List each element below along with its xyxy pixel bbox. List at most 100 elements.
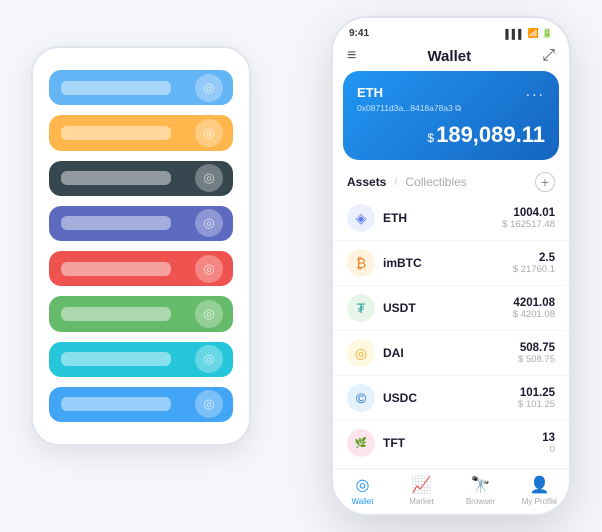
usdt-amount-usd: $ 4201.08 [513, 309, 555, 320]
card-row-bar [61, 171, 171, 185]
eth-card[interactable]: ETH ... 0x08711d3a...8418a78a3 ⧉ $189,08… [343, 71, 559, 160]
tab-bar: ◎ Wallet 📈 Market 🔭 Browser 👤 My Profile [333, 468, 569, 514]
profile-tab-label: My Profile [522, 497, 558, 506]
usdt-name: USDT [383, 301, 513, 315]
add-asset-button[interactable]: + [535, 172, 555, 192]
eth-card-label: ETH [357, 85, 383, 100]
tab-wallet[interactable]: ◎ Wallet [333, 475, 392, 506]
tft-amounts: 130 [542, 432, 555, 455]
tab-separator: / [394, 176, 397, 188]
imbtc-name: imBTC [383, 256, 513, 270]
card-row-icon: ◎ [195, 209, 223, 237]
card-row-icon: ◎ [195, 300, 223, 328]
asset-list: ◈ ETH1004.01$ 162517.48 ₿ imBTC2.5$ 21760.1… [333, 196, 569, 468]
browser-tab-label: Browser [466, 497, 495, 506]
status-bar: 9:41 ▌▌▌ 📶 🔋 [333, 18, 569, 43]
tab-market[interactable]: 📈 Market [392, 475, 451, 506]
card-row-2[interactable]: ◎ [49, 161, 233, 196]
usdc-amounts: 101.25$ 101.25 [518, 387, 555, 410]
card-row-7[interactable]: ◎ [49, 387, 233, 422]
usdc-name: USDC [383, 391, 518, 405]
status-icons: ▌▌▌ 📶 🔋 [505, 28, 553, 39]
eth-icon: ◈ [347, 204, 375, 232]
assets-header: Assets / Collectibles + [333, 168, 569, 196]
nav-bar: ≡ Wallet ⤢ [333, 43, 569, 71]
phone-foreground: 9:41 ▌▌▌ 📶 🔋 ≡ Wallet ⤢ ETH ... 0x08711d… [331, 16, 571, 516]
card-row-bar [61, 126, 171, 140]
eth-card-address: 0x08711d3a...8418a78a3 ⧉ [357, 103, 545, 114]
copy-icon[interactable]: ⧉ [455, 103, 461, 113]
nav-title: Wallet [427, 48, 471, 65]
card-row-icon: ◎ [195, 164, 223, 192]
usdc-amount-main: 101.25 [518, 387, 555, 399]
market-tab-label: Market [409, 497, 433, 506]
tft-amount-usd: 0 [542, 444, 555, 455]
usdc-amount-usd: $ 101.25 [518, 399, 555, 410]
tft-amount-main: 13 [542, 432, 555, 444]
card-row-icon: ◎ [195, 119, 223, 147]
profile-tab-icon: 👤 [530, 475, 550, 495]
tab-collectibles[interactable]: Collectibles [405, 175, 466, 189]
imbtc-icon: ₿ [347, 249, 375, 277]
eth-amount-usd: $ 162517.48 [502, 219, 555, 230]
card-row-0[interactable]: ◎ [49, 70, 233, 105]
card-row-bar [61, 262, 171, 276]
card-row-4[interactable]: ◎ [49, 251, 233, 286]
eth-amounts: 1004.01$ 162517.48 [502, 207, 555, 230]
eth-card-amount: $189,089.11 [357, 122, 545, 148]
dai-name: DAI [383, 346, 518, 360]
signal-icon: ▌▌▌ [505, 29, 524, 39]
browser-tab-icon: 🔭 [471, 475, 491, 495]
status-time: 9:41 [349, 28, 369, 39]
wallet-tab-label: Wallet [352, 497, 374, 506]
tab-assets[interactable]: Assets [347, 175, 386, 189]
imbtc-amount-main: 2.5 [513, 252, 555, 264]
asset-item-imbtc[interactable]: ₿ imBTC2.5$ 21760.1 [333, 241, 569, 286]
wallet-tab-icon: ◎ [356, 475, 370, 495]
asset-item-dai[interactable]: ◎ DAI508.75$ 508.75 [333, 331, 569, 376]
tab-browser[interactable]: 🔭 Browser [451, 475, 510, 506]
tft-icon: 🌿 [347, 429, 375, 457]
usdc-icon: © [347, 384, 375, 412]
expand-icon[interactable]: ⤢ [542, 47, 555, 65]
usdt-icon: ₮ [347, 294, 375, 322]
dai-amount-usd: $ 508.75 [518, 354, 555, 365]
dai-amount-main: 508.75 [518, 342, 555, 354]
card-row-bar [61, 307, 171, 321]
card-row-1[interactable]: ◎ [49, 115, 233, 150]
dai-amounts: 508.75$ 508.75 [518, 342, 555, 365]
assets-tabs: Assets / Collectibles [347, 175, 467, 189]
usdt-amount-main: 4201.08 [513, 297, 555, 309]
card-row-icon: ◎ [195, 390, 223, 418]
card-row-5[interactable]: ◎ [49, 296, 233, 331]
wifi-icon: 📶 [528, 28, 539, 39]
market-tab-icon: 📈 [412, 475, 432, 495]
card-row-3[interactable]: ◎ [49, 206, 233, 241]
usdt-amounts: 4201.08$ 4201.08 [513, 297, 555, 320]
asset-item-usdc[interactable]: © USDC101.25$ 101.25 [333, 376, 569, 421]
card-row-icon: ◎ [195, 345, 223, 373]
card-row-bar [61, 81, 171, 95]
card-row-bar [61, 397, 171, 411]
card-row-6[interactable]: ◎ [49, 342, 233, 377]
card-row-bar [61, 352, 171, 366]
eth-amount-main: 1004.01 [502, 207, 555, 219]
scene: ◎ ◎ ◎ ◎ ◎ ◎ ◎ ◎ 9:41 ▌▌▌ 📶 🔋 ≡ Wallet ⤢ ETH ... [21, 16, 581, 516]
dai-icon: ◎ [347, 339, 375, 367]
eth-name: ETH [383, 211, 502, 225]
eth-card-header: ETH ... [357, 83, 545, 101]
card-row-icon: ◎ [195, 255, 223, 283]
phone-background: ◎ ◎ ◎ ◎ ◎ ◎ ◎ ◎ [31, 46, 251, 446]
battery-icon: 🔋 [542, 28, 553, 39]
tab-profile[interactable]: 👤 My Profile [510, 475, 569, 506]
imbtc-amount-usd: $ 21760.1 [513, 264, 555, 275]
menu-icon[interactable]: ≡ [347, 47, 356, 65]
card-row-icon: ◎ [195, 74, 223, 102]
card-row-bar [61, 216, 171, 230]
imbtc-amounts: 2.5$ 21760.1 [513, 252, 555, 275]
asset-item-usdt[interactable]: ₮ USDT4201.08$ 4201.08 [333, 286, 569, 331]
tft-name: TFT [383, 436, 542, 450]
asset-item-eth[interactable]: ◈ ETH1004.01$ 162517.48 [333, 196, 569, 241]
eth-card-more[interactable]: ... [526, 83, 545, 101]
asset-item-tft[interactable]: 🌿 TFT130 [333, 421, 569, 466]
